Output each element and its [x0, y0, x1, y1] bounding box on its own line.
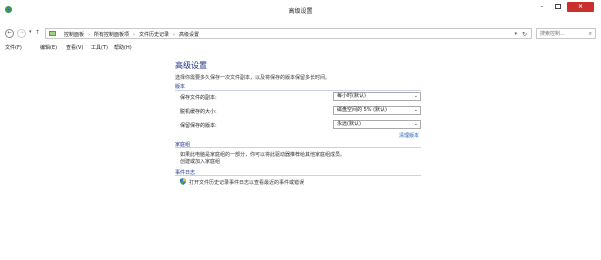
chevron-down-icon: ⌄ — [413, 121, 418, 127]
title-bar: 高级设置 – × — [0, 0, 601, 20]
address-dropdown-icon[interactable]: ▾ — [514, 31, 517, 37]
menu-tools[interactable]: 工具(T) — [91, 44, 108, 51]
maximize-icon — [555, 4, 561, 9]
save-copies-select[interactable]: 每小时(默认) ⌄ — [333, 92, 421, 101]
homegroup-link[interactable]: 创建或加入家庭组 — [180, 158, 220, 165]
event-log-link[interactable]: 打开文件历史记录事件日志以查看最近的事件或错误 — [189, 179, 304, 186]
back-button[interactable]: ← — [5, 29, 14, 38]
menu-file[interactable]: 文件(F) — [5, 44, 22, 51]
menu-edit[interactable]: 编辑(E) — [40, 44, 57, 51]
control-panel-small-icon — [49, 31, 56, 36]
breadcrumb-separator: › — [173, 32, 176, 38]
up-button[interactable]: ↑ — [35, 29, 40, 36]
breadcrumb-file-history[interactable]: 文件历史记录 — [139, 32, 169, 38]
divider — [175, 175, 421, 176]
recent-locations-dropdown[interactable]: ▾ — [29, 29, 32, 35]
offline-cache-select[interactable]: 磁盘空间的 5% (默认) ⌄ — [333, 106, 421, 115]
divider — [175, 90, 421, 91]
page-description: 选择你需要多久保存一次文件副本，以及将保存的版本保留多长时间。 — [175, 75, 331, 81]
offline-cache-label: 脱机缓存的大小: — [180, 109, 217, 115]
cleanup-versions-link[interactable]: 清理版本 — [399, 132, 419, 139]
menu-view[interactable]: 查看(V) — [66, 44, 83, 51]
keep-versions-value: 永远(默认) — [337, 121, 361, 127]
navigation-bar: ← → ▾ ↑ 控制面板›所有控制面板项›文件历史记录›高级设置 ▾ ↻ ⌕ — [0, 28, 601, 41]
search-input[interactable] — [537, 29, 583, 38]
refresh-icon[interactable]: ↻ — [522, 31, 527, 38]
homegroup-text: 如果此电脑是家庭组的一部分，你可以将此驱动器推荐给其他家庭组成员。 — [180, 152, 346, 158]
keep-versions-label: 保留保存的版本: — [180, 123, 217, 129]
menu-bar: 文件(F) 编辑(E) 查看(V) 工具(T) 帮助(H) — [0, 43, 601, 52]
breadcrumb-all-items[interactable]: 所有控制面板项 — [94, 32, 129, 38]
breadcrumb-control-panel[interactable]: 控制面板 — [64, 32, 84, 38]
chevron-down-icon: ⌄ — [413, 107, 418, 113]
maximize-button[interactable] — [551, 2, 565, 12]
chevron-down-icon: ⌄ — [413, 93, 418, 99]
save-copies-value: 每小时(默认) — [337, 93, 366, 99]
page-title: 高级设置 — [175, 61, 207, 70]
save-copies-label: 保存文件的副本: — [180, 95, 217, 101]
minimize-button[interactable]: – — [535, 2, 549, 12]
versions-heading: 版本 — [175, 84, 186, 90]
search-box[interactable]: ⌕ — [536, 28, 596, 39]
offline-cache-value: 磁盘空间的 5% (默认) — [337, 107, 388, 113]
divider — [175, 147, 421, 148]
breadcrumb-advanced-settings[interactable]: 高级设置 — [179, 32, 199, 38]
close-button[interactable]: × — [567, 2, 594, 12]
breadcrumb-separator: › — [133, 32, 136, 38]
keep-versions-select[interactable]: 永远(默认) ⌄ — [333, 120, 421, 129]
menu-help[interactable]: 帮助(H) — [114, 44, 132, 51]
forward-button[interactable]: → — [17, 29, 26, 38]
window-title: 高级设置 — [288, 8, 313, 15]
address-bar[interactable]: 控制面板 › 所有控制面板项 › 文件历史记录 › 高级设置 ▾ ↻ — [45, 28, 532, 39]
shield-icon — [180, 178, 186, 185]
breadcrumb: 控制面板 › 所有控制面板项 › 文件历史记录 › 高级设置 — [64, 31, 199, 38]
search-icon[interactable]: ⌕ — [589, 30, 592, 38]
breadcrumb-separator: › — [88, 32, 91, 38]
